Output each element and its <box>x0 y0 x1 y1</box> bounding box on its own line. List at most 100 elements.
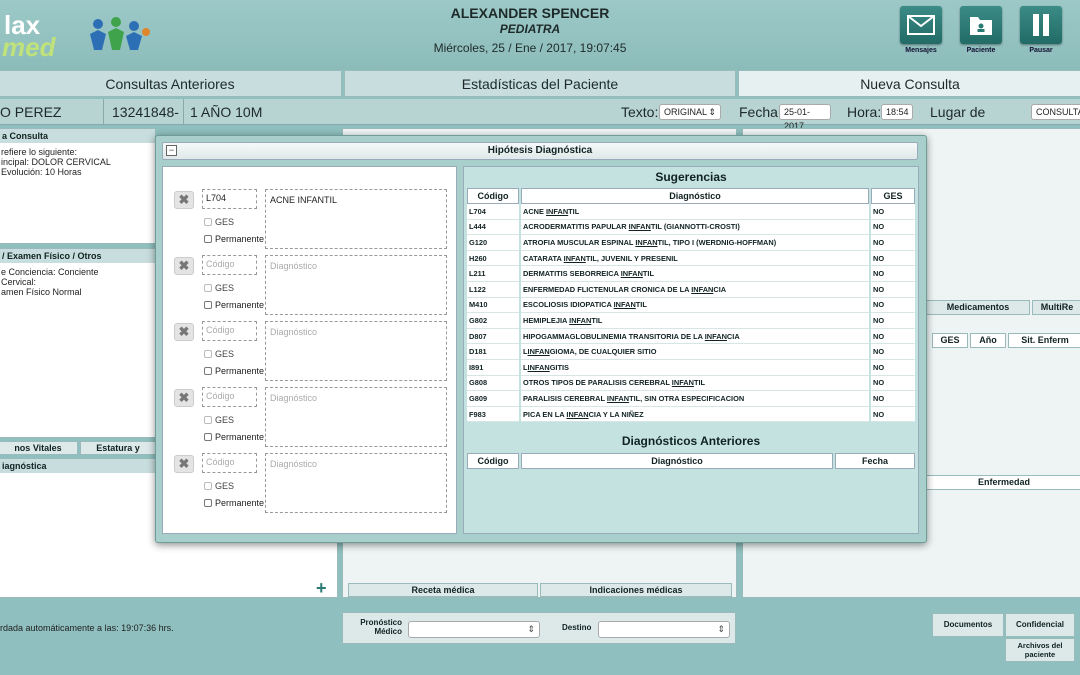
patient-folder-icon <box>970 17 992 35</box>
suggestion-diagnosis: ATROFIA MUSCULAR ESPINAL INFANTIL, TIPO … <box>521 235 869 251</box>
collapse-icon[interactable]: − <box>166 145 177 156</box>
suggestion-diagnosis: LINFANGIOMA, DE CUALQUIER SITIO <box>521 344 869 360</box>
patient-fullname: O PEREZ AVILEZ <box>0 99 104 146</box>
suggestion-row[interactable]: G120 ATROFIA MUSCULAR ESPINAL INFANTIL, T… <box>467 235 915 251</box>
remove-icon[interactable]: ✖ <box>174 389 194 407</box>
lugar-select[interactable]: CONSULTA <box>1031 104 1080 120</box>
patient-age: 1 AÑO 10M <box>190 104 263 120</box>
lugar-label: Lugar de atención: <box>930 104 987 146</box>
suggestion-row[interactable]: L211 DERMATITIS SEBORREICA INFANTIL NO <box>467 266 915 282</box>
pause-button[interactable]: Pausar <box>1018 6 1064 62</box>
remove-icon[interactable]: ✖ <box>174 455 194 473</box>
suggestion-code: D181 <box>467 344 519 360</box>
remove-icon[interactable]: ✖ <box>174 323 194 341</box>
destino-select[interactable]: ⇕ <box>598 621 730 638</box>
col-diagnostico: Diagnóstico <box>521 188 869 204</box>
code-field[interactable]: L704 <box>202 189 257 209</box>
fecha-label: Fecha: <box>739 104 782 120</box>
envelope-icon <box>907 15 935 35</box>
fecha-input[interactable]: 25-01-2017 <box>779 104 831 131</box>
suggestion-row[interactable]: F983 PICA EN LA INFANCIA Y LA NIÑEZ NO <box>467 406 915 423</box>
app-logo: lax med <box>2 10 56 62</box>
anteriores-title: Diagnósticos Anteriores <box>621 434 761 448</box>
suggestion-row[interactable]: G802 HEMIPLEJIA INFANTIL NO <box>467 313 915 329</box>
specialty: PEDIATRA <box>499 22 561 36</box>
suggestion-row[interactable]: L122 ENFERMEDAD FLICTENULAR CRONICA DE LA… <box>467 281 915 298</box>
search-match-highlight: INFAN <box>691 284 714 294</box>
suggestion-row[interactable]: H260 CATARATA INFANTIL, JUVENIL Y PRESENI… <box>467 250 915 267</box>
code-field[interactable]: Código <box>202 387 257 407</box>
search-match-highlight: INFAN <box>569 315 592 325</box>
motivo-panel: a Consulta refiere lo siguiente: incipal… <box>0 128 156 244</box>
suggestion-row[interactable]: L444 ACRODERMATITIS PAPULAR INFANTIL (GIA… <box>467 219 915 236</box>
search-match-highlight: INFAN <box>563 253 586 263</box>
messages-button[interactable]: Mensajes <box>898 6 944 62</box>
indicaciones-button[interactable]: Indicaciones médicas <box>540 583 732 597</box>
suggestion-row[interactable]: D807 HIPOGAMMAGLOBULINEMIA TRANSITORIA DE… <box>467 328 915 345</box>
autosave-status: rdada automáticamente a las: 19:07:36 hr… <box>0 623 174 633</box>
texto-select[interactable]: ORIGINAL ⇕ <box>659 104 721 120</box>
suggestion-diagnosis: ACNE INFANTIL <box>521 204 869 220</box>
sugerencias-title: Sugerencias <box>655 170 727 184</box>
suggestion-row[interactable]: M410 ESCOLIOSIS IDIOPATICA INFANTIL NO <box>467 297 915 314</box>
suggestion-ges: NO <box>871 266 915 282</box>
suggestion-ges: NO <box>871 204 915 220</box>
suggestion-row[interactable]: G809 PARALISIS CEREBRAL INFANTIL, SIN OTR… <box>467 391 915 407</box>
add-icon[interactable]: + <box>316 578 327 599</box>
pronostico-label: Pronóstico Médico <box>360 618 402 636</box>
ges-checkbox[interactable]: GES <box>204 283 234 293</box>
suggestion-row[interactable]: D181 LINFANGIOMA, DE CUALQUIER SITIO NO <box>467 344 915 360</box>
suggestion-row[interactable]: L704 ACNE INFANTIL NO <box>467 204 915 220</box>
tab-consultas-anteriores[interactable]: Consultas Anteriores <box>0 70 342 97</box>
suggestion-diagnosis: ACRODERMATITIS PAPULAR INFANTIL (GIANNOT… <box>521 219 869 236</box>
search-match-highlight: INFAN <box>671 378 694 388</box>
remove-icon[interactable]: ✖ <box>174 257 194 275</box>
ges-checkbox[interactable]: GES <box>204 349 234 359</box>
family-figures-icon <box>78 16 158 56</box>
search-match-highlight: INFAN <box>628 222 651 232</box>
search-match-highlight: INFAN <box>635 237 658 247</box>
suggestion-diagnosis: CATARATA INFANTIL, JUVENIL Y PRESENIL <box>521 250 869 267</box>
tab-nueva-consulta[interactable]: Nueva Consulta <box>738 70 1080 97</box>
hora-input[interactable]: 18:54 <box>881 104 913 120</box>
remove-icon[interactable]: ✖ <box>174 191 194 209</box>
search-match-highlight: INFAN <box>527 362 550 372</box>
col-sit-enfermedad: Sit. Enferm <box>1008 333 1080 348</box>
hypothesis-row: ✖ Código Diagnóstico GES Permanente <box>163 431 458 513</box>
diagnosis-field[interactable]: Diagnóstico <box>265 453 447 513</box>
pronostico-select[interactable]: ⇕ <box>408 621 540 638</box>
medicamentos-button[interactable]: Medicamentos <box>926 300 1030 315</box>
ges-checkbox[interactable]: GES <box>204 217 234 227</box>
suggestion-diagnosis: PARALISIS CEREBRAL INFANTIL, SIN OTRA ES… <box>521 391 869 407</box>
code-field[interactable]: Código <box>202 453 257 473</box>
code-field[interactable]: Código <box>202 255 257 275</box>
code-field[interactable]: Código <box>202 321 257 341</box>
signos-vitales-button[interactable]: nos Vitales <box>0 441 78 455</box>
suggestion-diagnosis: HEMIPLEJIA INFANTIL <box>521 313 869 329</box>
permanente-checkbox[interactable]: Permanente <box>204 498 264 508</box>
texto-label: Texto: <box>621 104 659 120</box>
documentos-button[interactable]: Documentos <box>932 613 1004 637</box>
suggestion-ges: NO <box>871 344 915 360</box>
ges-checkbox[interactable]: GES <box>204 481 234 491</box>
suggestion-row[interactable]: I891 LINFANGITIS NO <box>467 359 915 376</box>
current-datetime: Miércoles, 25 / Ene / 2017, 19:07:45 <box>433 41 627 55</box>
suggestion-code: H260 <box>467 250 519 267</box>
ges-checkbox[interactable]: GES <box>204 415 234 425</box>
multire-button[interactable]: MultiRe <box>1032 300 1080 315</box>
suggestion-ges: NO <box>871 328 915 345</box>
confidencial-button[interactable]: Confidencial <box>1005 613 1075 637</box>
patient-rut: 13241848-9 <box>112 99 184 146</box>
col-anio: Año <box>970 333 1006 348</box>
suggestion-ges: NO <box>871 406 915 423</box>
suggestion-row[interactable]: G808 OTROS TIPOS DE PARALISIS CEREBRAL IN… <box>467 375 915 392</box>
destino-label: Destino <box>562 623 592 632</box>
archivos-button[interactable]: Archivos del paciente <box>1005 638 1075 662</box>
receta-button[interactable]: Receta médica <box>348 583 538 597</box>
suggestion-ges: NO <box>871 375 915 392</box>
patient-button[interactable]: Paciente <box>958 6 1004 62</box>
tab-estadisticas[interactable]: Estadísticas del Paciente <box>344 70 736 97</box>
search-match-highlight: INFAN <box>546 206 569 216</box>
estatura-button[interactable]: Estatura y <box>80 441 156 455</box>
suggestion-diagnosis: LINFANGITIS <box>521 359 869 376</box>
